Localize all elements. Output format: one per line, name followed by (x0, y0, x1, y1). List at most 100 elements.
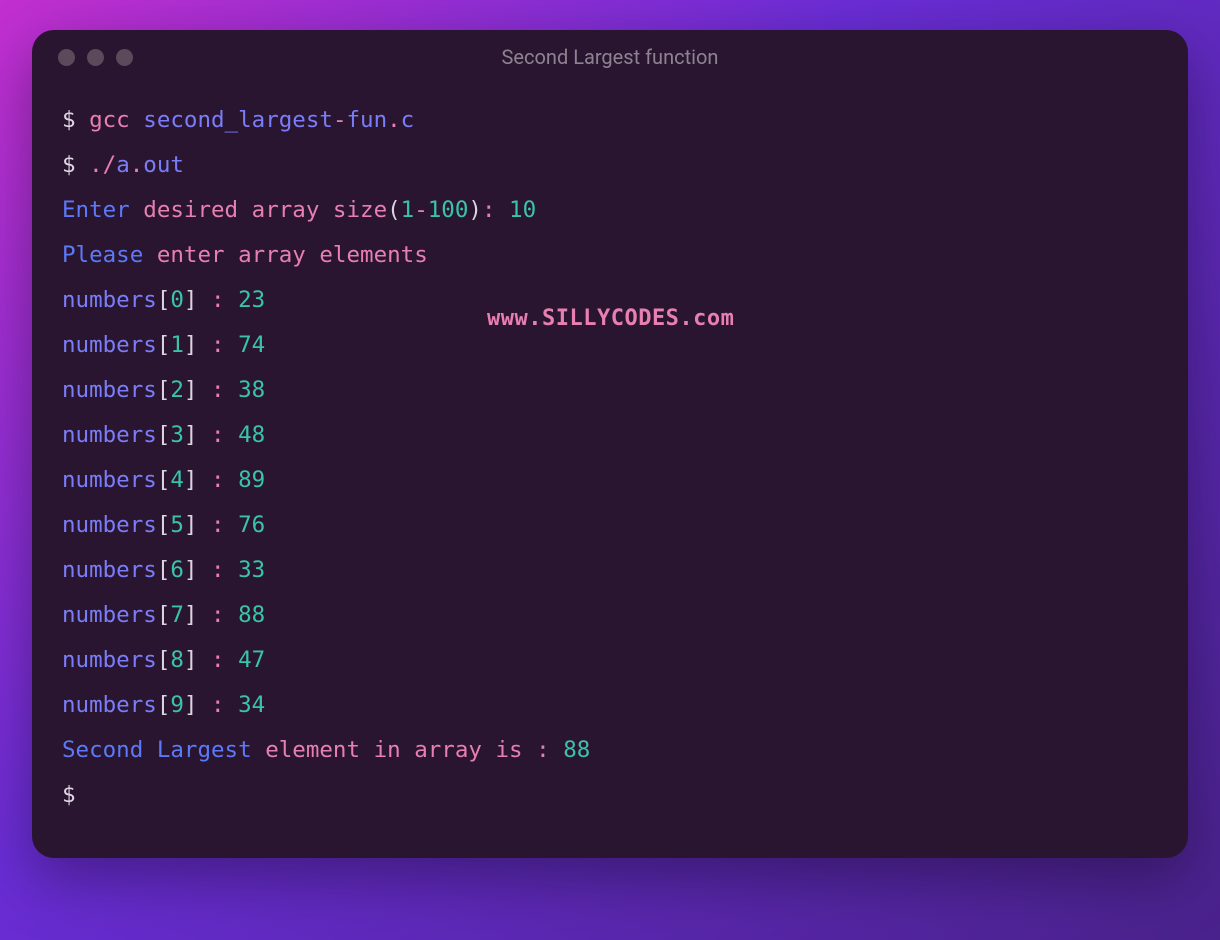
word: Enter (62, 197, 143, 223)
sep: : (197, 287, 238, 313)
value: 48 (238, 422, 265, 448)
cmd-dot2: . (130, 152, 144, 178)
index: 0 (170, 287, 184, 313)
numbers-word: numbers (62, 557, 157, 583)
word: enter array elements (157, 242, 428, 268)
traffic-lights (58, 49, 133, 66)
numbers-word: numbers (62, 287, 157, 313)
value: 88 (563, 737, 590, 763)
index: 1 (170, 332, 184, 358)
prompt-line: $ (62, 773, 1158, 818)
num: 100 (428, 197, 469, 223)
cmd-out: out (143, 152, 184, 178)
numbers-word: numbers (62, 647, 157, 673)
bracket: [ (157, 467, 171, 493)
array-row: numbers[3] : 48 (62, 413, 1158, 458)
index: 5 (170, 512, 184, 538)
bracket: [ (157, 332, 171, 358)
sep: : (197, 332, 238, 358)
sep: : (197, 467, 238, 493)
value: 47 (238, 647, 265, 673)
cmd-ext: c (401, 107, 415, 133)
result-line: Second Largest element in array is : 88 (62, 728, 1158, 773)
array-rows: numbers[0] : 23numbers[1] : 74numbers[2]… (62, 278, 1158, 728)
sep: : (197, 647, 238, 673)
command-line: $ ./a.out (62, 143, 1158, 188)
numbers-word: numbers (62, 422, 157, 448)
bracket: ] (184, 557, 198, 583)
colon: : (482, 197, 509, 223)
array-row: numbers[6] : 33 (62, 548, 1158, 593)
index: 4 (170, 467, 184, 493)
bracket: [ (157, 647, 171, 673)
sep: : (197, 377, 238, 403)
value: 89 (238, 467, 265, 493)
close-icon[interactable] (58, 49, 75, 66)
cmd-file: second_largest (143, 107, 333, 133)
cmd-tool: gcc (89, 107, 143, 133)
bracket: ] (184, 692, 198, 718)
array-row: numbers[5] : 76 (62, 503, 1158, 548)
cmd-dash: - (333, 107, 347, 133)
bracket: ] (184, 467, 198, 493)
maximize-icon[interactable] (116, 49, 133, 66)
bracket: ] (184, 287, 198, 313)
bracket: ] (184, 422, 198, 448)
cmd-rest: fun (346, 107, 387, 133)
minimize-icon[interactable] (87, 49, 104, 66)
index: 9 (170, 692, 184, 718)
bracket: ] (184, 377, 198, 403)
bracket: ] (184, 602, 198, 628)
bracket: [ (157, 512, 171, 538)
colon: : (536, 737, 563, 763)
numbers-word: numbers (62, 512, 157, 538)
paren: ( (387, 197, 401, 223)
paren: ) (468, 197, 482, 223)
numbers-word: numbers (62, 602, 157, 628)
numbers-word: numbers (62, 332, 157, 358)
array-row: numbers[4] : 89 (62, 458, 1158, 503)
sep: : (197, 422, 238, 448)
word: desired array size (143, 197, 387, 223)
terminal-body[interactable]: www.SILLYCODES.com $ gcc second_largest-… (32, 84, 1188, 858)
array-row: numbers[2] : 38 (62, 368, 1158, 413)
terminal-window: Second Largest function www.SILLYCODES.c… (32, 30, 1188, 858)
watermark: www.SILLYCODES.com (487, 296, 734, 341)
command-line: $ gcc second_largest-fun.c (62, 98, 1158, 143)
prompt-symbol: $ (62, 107, 89, 133)
value: 74 (238, 332, 265, 358)
word: Please (62, 242, 157, 268)
bracket: ] (184, 647, 198, 673)
index: 6 (170, 557, 184, 583)
sep: : (197, 692, 238, 718)
value: 10 (509, 197, 536, 223)
cmd-dotslash: ./ (89, 152, 116, 178)
value: 88 (238, 602, 265, 628)
bracket: [ (157, 602, 171, 628)
bracket: [ (157, 557, 171, 583)
prompt-symbol: $ (62, 152, 89, 178)
bracket: [ (157, 287, 171, 313)
prompt-symbol: $ (62, 782, 89, 808)
numbers-word: numbers (62, 377, 157, 403)
window-title: Second Largest function (32, 45, 1188, 69)
value: 38 (238, 377, 265, 403)
sep: : (197, 602, 238, 628)
numbers-word: numbers (62, 467, 157, 493)
bracket: [ (157, 692, 171, 718)
sep: : (197, 557, 238, 583)
value: 23 (238, 287, 265, 313)
array-row: numbers[8] : 47 (62, 638, 1158, 683)
bracket: ] (184, 512, 198, 538)
numbers-word: numbers (62, 692, 157, 718)
index: 7 (170, 602, 184, 628)
value: 34 (238, 692, 265, 718)
cmd-a: a (116, 152, 130, 178)
titlebar: Second Largest function (32, 30, 1188, 84)
index: 8 (170, 647, 184, 673)
array-row: numbers[7] : 88 (62, 593, 1158, 638)
array-row: numbers[9] : 34 (62, 683, 1158, 728)
output-line: Enter desired array size(1-100): 10 (62, 188, 1158, 233)
word: Second Largest (62, 737, 265, 763)
index: 2 (170, 377, 184, 403)
